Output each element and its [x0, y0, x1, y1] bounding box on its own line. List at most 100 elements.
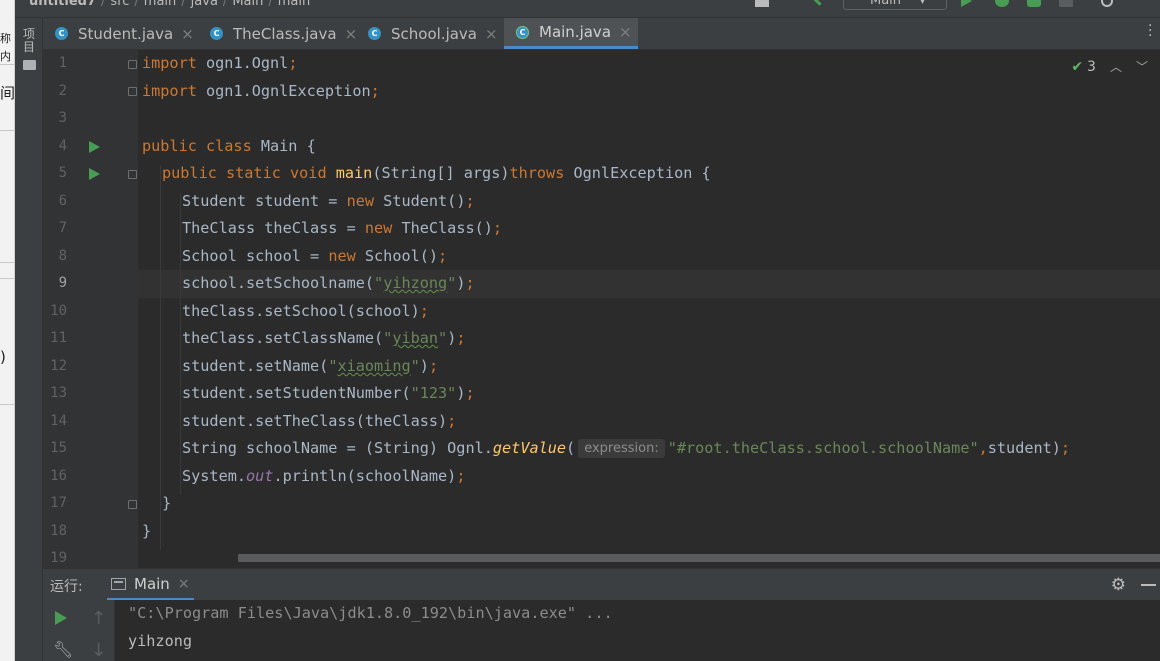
more-vertical-icon[interactable]: · · ·: [1148, 19, 1152, 43]
inspection-count: 3: [1087, 58, 1096, 75]
line-number: 10: [50, 303, 67, 319]
code-line-5: public static void main(String[] args)th…: [162, 164, 711, 182]
tab-label: TheClass.java: [233, 24, 337, 43]
typo-highlight: xiaoming: [337, 357, 411, 375]
run-configuration-selector[interactable]: Main ▾: [843, 0, 947, 10]
run-tab-label: Main: [134, 574, 170, 593]
folder-icon[interactable]: [23, 60, 36, 70]
code-line-1: import ogn1.Ognl;: [142, 54, 298, 72]
class-icon: C: [210, 27, 223, 40]
run-class-gutter-icon[interactable]: [89, 141, 100, 153]
run-main-gutter-icon[interactable]: [89, 168, 100, 180]
stop-icon[interactable]: [1059, 0, 1073, 7]
console-command-line: "C:\Program Files\Java\jdk1.8.0_192\bin\…: [128, 604, 613, 622]
code-line-11: theClass.setClassName("yiban");: [182, 329, 466, 347]
console-toolbar: ↑ 🔧︎ ↓: [43, 600, 115, 661]
breadcrumb-item-project[interactable]: untitled7: [29, 0, 96, 9]
code-editor[interactable]: 1 2 3 4 5 6 7 8 9 10 11 12 13 14 15 16 1…: [43, 50, 1160, 568]
debug-icon[interactable]: [995, 0, 1009, 7]
close-icon[interactable]: ×: [181, 25, 194, 43]
chevron-down-icon[interactable]: ﹀: [1136, 58, 1148, 75]
run-config-label: Main: [870, 0, 902, 8]
code-line-6: Student student = new Student();: [182, 192, 475, 210]
tab-school-java[interactable]: C School.java ×: [356, 18, 503, 49]
code-line-9: school.setSchoolname("yihzong");: [182, 274, 475, 292]
code-line-17: }: [162, 494, 172, 512]
close-icon[interactable]: ×: [178, 576, 190, 592]
chevron-down-icon: ▾: [919, 0, 926, 8]
code-line-10: theClass.setSchool(school);: [182, 302, 429, 320]
typo-highlight: yiban: [392, 329, 439, 347]
tab-theclass-java[interactable]: C TheClass.java ×: [198, 18, 357, 49]
code-line-13: student.setStudentNumber("123");: [182, 384, 475, 402]
tab-label: School.java: [391, 24, 477, 43]
fold-icon[interactable]: [128, 87, 137, 96]
breadcrumb-item-class[interactable]: Main: [232, 0, 263, 9]
class-icon: C: [368, 27, 381, 40]
console-icon: [111, 577, 126, 590]
tab-label: Student.java: [78, 24, 174, 43]
coverage-icon[interactable]: [1027, 0, 1041, 7]
user-icon[interactable]: [755, 0, 769, 7]
rerun-icon[interactable]: [55, 611, 67, 625]
arrow-down-icon[interactable]: ↓: [91, 640, 106, 661]
run-tab-main[interactable]: Main ×: [107, 569, 194, 601]
edge-text-1: 称内: [0, 32, 11, 63]
run-console[interactable]: ↑ 🔧︎ ↓ "C:\Program Files\Java\jdk1.8.0_1…: [43, 600, 1160, 661]
run-icon[interactable]: [961, 0, 972, 7]
chevron-up-icon[interactable]: ︿: [1110, 58, 1122, 75]
line-number: 12: [50, 358, 67, 374]
close-icon[interactable]: ×: [619, 23, 632, 41]
run-tool-window-header: 运行: Main × ⚙: [43, 568, 1160, 601]
check-icon: ✔: [1071, 58, 1084, 75]
project-tool-button[interactable]: 项目: [21, 28, 37, 54]
line-number: 18: [50, 523, 67, 539]
tab-student-java[interactable]: C Student.java ×: [43, 18, 194, 49]
line-number: 4: [58, 138, 67, 154]
tab-label: Main.java: [539, 23, 612, 41]
class-icon: C: [55, 27, 68, 40]
close-icon[interactable]: ×: [485, 25, 498, 43]
editor-gutter: 1 2 3 4 5 6 7 8 9 10 11 12 13 14 15 16 1…: [43, 50, 138, 568]
horizontal-scrollbar[interactable]: [238, 554, 1160, 562]
edge-divider: [0, 64, 14, 65]
edge-divider: [0, 130, 14, 131]
line-number: 19: [50, 550, 67, 566]
breadcrumb-item-main[interactable]: main: [144, 0, 176, 9]
line-number: 3: [58, 110, 67, 126]
code-line-8: School school = new School();: [182, 247, 448, 265]
indent-guide: [160, 165, 161, 550]
line-number: 15: [50, 440, 67, 456]
search-icon[interactable]: [1101, 0, 1113, 7]
edge-text-3: ): [0, 348, 6, 366]
code-line-7: TheClass theClass = new TheClass();: [182, 219, 503, 237]
edge-divider: [0, 278, 14, 279]
code-line-15: String schoolName = (String) Ognl.getVal…: [182, 439, 1071, 458]
parameter-hint: expression:: [578, 439, 665, 458]
typo-highlight: yihzong: [383, 274, 448, 292]
tool-window-strip: 项目: [15, 18, 43, 661]
build-hammer-icon[interactable]: [813, 0, 826, 6]
console-output-line: yihzong: [128, 632, 193, 650]
edge-text-2: 间: [0, 84, 15, 102]
gear-icon[interactable]: ⚙: [1111, 575, 1126, 595]
code-line-4: public class Main {: [142, 137, 316, 155]
fold-icon[interactable]: [128, 170, 137, 179]
fold-icon[interactable]: [128, 60, 137, 69]
fold-icon[interactable]: [128, 500, 137, 509]
breadcrumb-item-src[interactable]: src: [110, 0, 129, 9]
edge-divider: [0, 404, 14, 405]
code-area[interactable]: import ogn1.Ognl; import ogn1.OgnlExcept…: [138, 50, 1160, 568]
tab-main-java[interactable]: C Main.java ×: [504, 18, 638, 49]
code-line-18: }: [142, 522, 152, 540]
wrench-icon[interactable]: 🔧︎: [53, 640, 73, 659]
editor-tab-bar: C Student.java × C TheClass.java × C Sch…: [43, 18, 1160, 50]
arrow-up-icon[interactable]: ↑: [91, 608, 106, 629]
line-number: 14: [50, 413, 67, 429]
inspection-widget[interactable]: ✔ 3 ︿ ﹀: [1071, 58, 1148, 75]
line-number: 1: [58, 55, 67, 71]
edge-divider: [0, 262, 14, 263]
minimize-icon[interactable]: [1141, 584, 1156, 586]
breadcrumb-item-java[interactable]: java: [191, 0, 218, 9]
breadcrumb-item-method[interactable]: main: [278, 0, 310, 9]
